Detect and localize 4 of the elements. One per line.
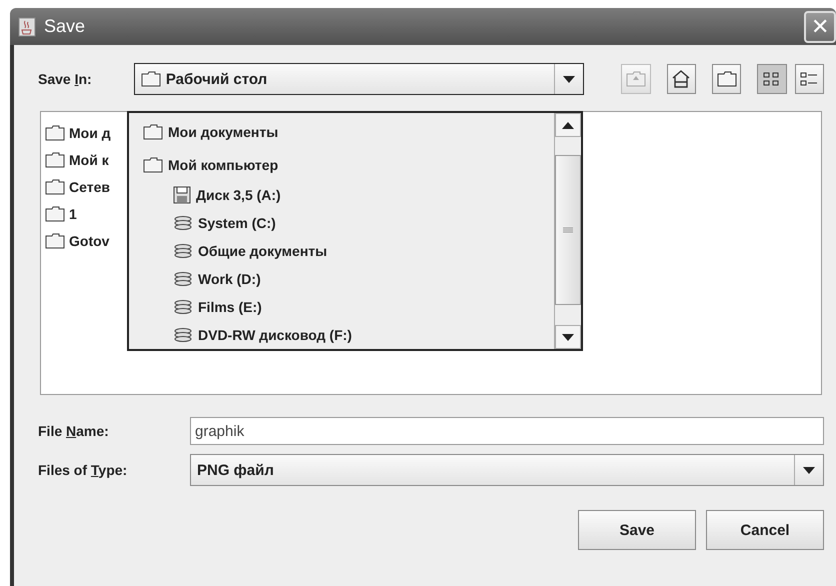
field-label: Save In:	[38, 71, 93, 87]
window-title: Save	[44, 16, 86, 37]
field-label: Files of Type:	[38, 462, 128, 478]
field-label: File Name:	[38, 423, 110, 439]
